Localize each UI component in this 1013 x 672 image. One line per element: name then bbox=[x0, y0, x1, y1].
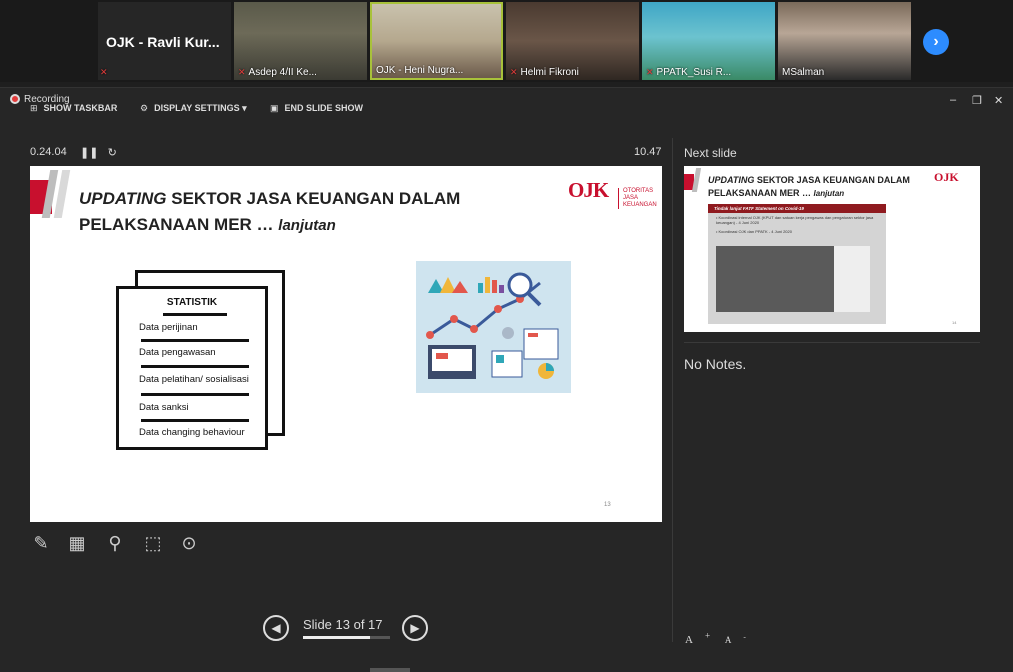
mic-muted-icon: ✕ bbox=[646, 67, 654, 77]
next-slide-bullet: • Koordinasi OJK dan PPATK - 4 Juni 2020 bbox=[716, 229, 792, 234]
notes-font-controls: A + A- bbox=[685, 630, 758, 646]
panel-divider[interactable] bbox=[672, 138, 673, 642]
divider bbox=[141, 365, 249, 368]
participant-name: ✕ Asdep 4/II Ke... bbox=[238, 67, 317, 78]
participant-tile[interactable]: ✕ Asdep 4/II Ke... bbox=[234, 2, 367, 80]
slide-counter[interactable]: Slide 13 of 17 bbox=[303, 617, 383, 632]
video-call-sidebar bbox=[834, 246, 870, 312]
video-call-screenshot bbox=[716, 246, 834, 312]
participant-name-large: OJK - Ravli Kur... bbox=[106, 34, 220, 50]
chevron-right-icon: ▶ bbox=[410, 621, 420, 635]
participant-name: ✕ PPATK_Susi R... bbox=[646, 67, 732, 78]
pen-icon[interactable]: ✎ bbox=[30, 532, 52, 554]
end-slide-show-button[interactable]: ▣ END SLIDE SHOW bbox=[270, 103, 363, 114]
ojk-logo: OJK OTORITAS JASA KEUANGAN bbox=[568, 178, 657, 209]
elapsed-timer: 0.24.04 bbox=[30, 146, 67, 158]
next-slide-thumbnail[interactable]: UPDATING SEKTOR JASA KEUANGAN DALAM PELA… bbox=[684, 166, 980, 332]
document-item: Data pengawasan bbox=[139, 347, 216, 358]
analytics-illustration-graphic bbox=[426, 272, 559, 379]
slides-grid-icon[interactable]: ▦ bbox=[66, 532, 88, 554]
screen-pointer-icon[interactable]: ⬚ bbox=[142, 532, 164, 554]
display-settings-button[interactable]: ⚙ DISPLAY SETTINGS ▾ bbox=[140, 103, 247, 114]
document-item: Data sanksi bbox=[139, 402, 189, 413]
next-slide-button[interactable]: ▶ bbox=[402, 615, 428, 641]
mic-muted-icon: ✕ bbox=[510, 67, 518, 77]
ojk-logo-subtext: OTORITAS JASA KEUANGAN bbox=[618, 188, 657, 209]
zoom-icon[interactable]: ⚲ bbox=[104, 532, 126, 554]
participant-tile[interactable]: ✕ Helmi Fikroni bbox=[506, 2, 639, 80]
participant-tile[interactable]: MSalman bbox=[778, 2, 911, 80]
next-slide-box-heading: Tindak lanjut FATF Statement on Covid-19 bbox=[708, 204, 886, 213]
taskbar-icon: ⊞ bbox=[30, 103, 38, 113]
font-decrease-button[interactable]: A- bbox=[725, 632, 746, 645]
next-slide-page-number: 14 bbox=[952, 320, 957, 325]
chevron-left-icon: ◀ bbox=[271, 621, 281, 635]
document-title: STATISTIK bbox=[166, 297, 218, 308]
participant-tile[interactable]: OJK - Ravli Kur... ✕ bbox=[98, 2, 231, 80]
participant-name: ✕ Helmi Fikroni bbox=[510, 67, 579, 78]
mic-muted-icon: ✕ bbox=[238, 67, 246, 77]
participant-strip: OJK - Ravli Kur... ✕ ✕ Asdep 4/II Ke... O… bbox=[0, 0, 1013, 82]
ojk-logo: OJK bbox=[934, 170, 959, 184]
participant-name: OJK - Heni Nugra... bbox=[376, 65, 464, 76]
statistik-document: STATISTIK Data perijinan Data pengawasan… bbox=[116, 286, 268, 450]
slide-title: UPDATING SEKTOR JASA KEUANGAN DALAM PELA… bbox=[79, 189, 461, 234]
taskbar-handle bbox=[370, 668, 410, 672]
close-button[interactable]: ✕ bbox=[994, 94, 1003, 107]
slide-page-number: 13 bbox=[604, 502, 611, 508]
slide-progress-fill bbox=[303, 636, 370, 639]
pause-icon[interactable]: ❚❚ bbox=[80, 147, 98, 159]
document-item: Data changing behaviour bbox=[139, 427, 245, 438]
presenter-view: Recording ⊞ SHOW TASKBAR ⚙ DISPLAY SETTING… bbox=[0, 87, 1013, 672]
next-slide-title: UPDATING SEKTOR JASA KEUANGAN DALAM PELA… bbox=[708, 175, 910, 198]
document-item: Data pelatihan/ sosialisasi bbox=[139, 374, 249, 385]
participant-tile[interactable]: ✕ PPATK_Susi R... bbox=[642, 2, 775, 80]
divider bbox=[141, 339, 249, 342]
current-time: 10.47 bbox=[634, 146, 662, 158]
previous-slide-button[interactable]: ◀ bbox=[263, 615, 289, 641]
font-increase-button[interactable]: A + bbox=[685, 630, 710, 646]
participant-name: MSalman bbox=[782, 67, 825, 78]
divider bbox=[141, 393, 249, 396]
slide-progress-bar bbox=[303, 636, 390, 639]
more-icon[interactable]: ⊙ bbox=[178, 532, 200, 554]
next-slide-bullet: • Koordinasi internal OJK (KPUT dan satu… bbox=[716, 215, 874, 225]
record-icon bbox=[10, 94, 20, 104]
current-slide[interactable]: UPDATING SEKTOR JASA KEUANGAN DALAM PELA… bbox=[30, 166, 662, 522]
restore-button[interactable]: ❐ bbox=[972, 94, 982, 107]
end-show-icon: ▣ bbox=[270, 103, 279, 113]
chevron-right-icon[interactable]: › bbox=[923, 29, 949, 55]
divider bbox=[141, 419, 249, 422]
next-slide-content-box: Tindak lanjut FATF Statement on Covid-19… bbox=[708, 204, 886, 324]
speaker-notes: No Notes. bbox=[684, 356, 747, 372]
reset-icon[interactable]: ↻ bbox=[108, 147, 117, 159]
minimize-button[interactable]: – bbox=[950, 94, 956, 106]
show-taskbar-button[interactable]: ⊞ SHOW TASKBAR bbox=[30, 103, 117, 114]
analytics-illustration bbox=[416, 261, 571, 393]
divider bbox=[163, 313, 227, 316]
timer-controls: ❚❚ ↻ bbox=[80, 146, 117, 159]
participant-mic-status: ✕ bbox=[100, 67, 111, 78]
notes-divider bbox=[684, 342, 980, 343]
participant-tile-active-speaker[interactable]: OJK - Heni Nugra... bbox=[370, 2, 503, 80]
display-settings-icon: ⚙ bbox=[140, 103, 149, 113]
document-item: Data perijinan bbox=[139, 322, 198, 333]
next-slide-label: Next slide bbox=[684, 146, 737, 160]
mic-muted-icon: ✕ bbox=[100, 67, 108, 77]
slide-decor-gray bbox=[691, 168, 702, 192]
